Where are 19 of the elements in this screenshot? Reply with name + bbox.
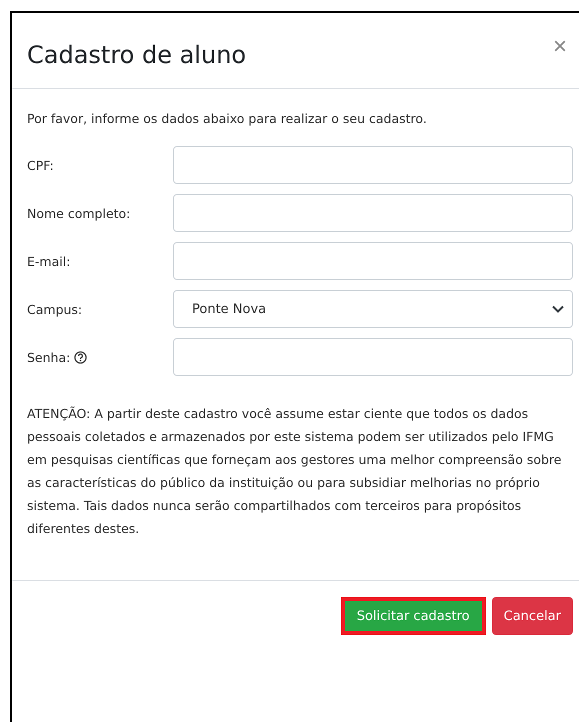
input-field[interactable] [173, 146, 573, 184]
help-icon[interactable] [74, 350, 88, 364]
submit-button[interactable]: Solicitar cadastro [340, 597, 486, 635]
modal-title: Cadastro de aluno [27, 41, 246, 69]
close-button[interactable]: × [546, 35, 573, 59]
chevron-down-icon [552, 305, 564, 313]
intro-text: Por favor, informe os dados abaixo para realizar o seu cadastro. [27, 111, 428, 126]
notice-text: ATENÇÃO: A partir deste cadastro você assume estar ciente que todos os dados pessoais coletados e armazenados por este sistema podem ser utilizados pelo IFMG em pesquisas científicas que forneçam aos gestores uma melhor compreensão sobre as características do público da instituição ou para subsidiar melhorias no próprio sistema. Tais dados nunca serão compartilhados com terceiros para propósitos diferentes destes. [27, 405, 562, 538]
select-value: Ponte Nova [192, 302, 266, 316]
cancel-button[interactable]: Cancelar [492, 597, 573, 635]
select-field[interactable]: Ponte Nova [173, 290, 573, 328]
field-label: Campus: [27, 302, 82, 316]
field-label: Nome completo: [27, 206, 130, 220]
field-label: E-mail: [27, 254, 70, 268]
field-label: Senha: [27, 350, 70, 364]
input-field[interactable] [173, 338, 573, 376]
field-label: CPF: [27, 158, 54, 172]
input-field[interactable] [173, 194, 573, 232]
input-field[interactable] [173, 242, 573, 280]
